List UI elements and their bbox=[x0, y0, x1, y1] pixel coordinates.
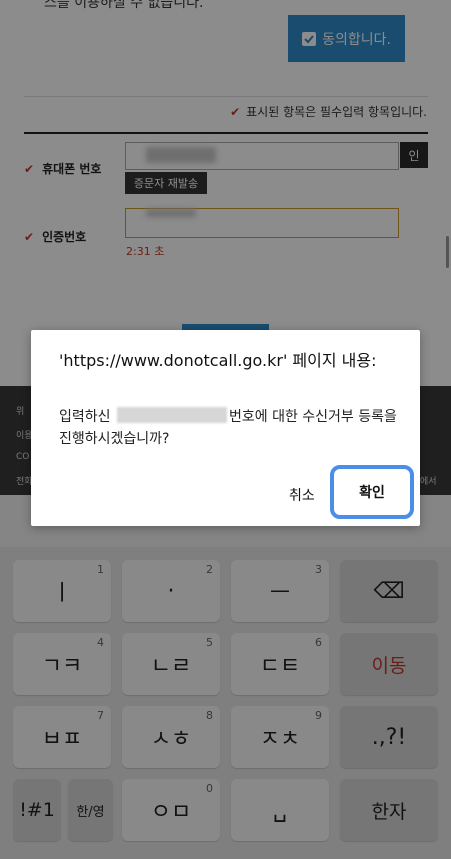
dialog-message: 입력하신 번호에 대한 수신거부 등록을 진행하시겠습니까? bbox=[59, 407, 397, 447]
ok-button[interactable]: 확인 bbox=[330, 465, 414, 519]
confirm-dialog: 'https://www.donotcall.go.kr' 페이지 내용: 입력… bbox=[31, 330, 420, 526]
dialog-title: 'https://www.donotcall.go.kr' 페이지 내용: bbox=[59, 351, 377, 370]
redacted-number bbox=[116, 407, 227, 423]
cancel-button[interactable]: 취소 bbox=[289, 485, 315, 505]
